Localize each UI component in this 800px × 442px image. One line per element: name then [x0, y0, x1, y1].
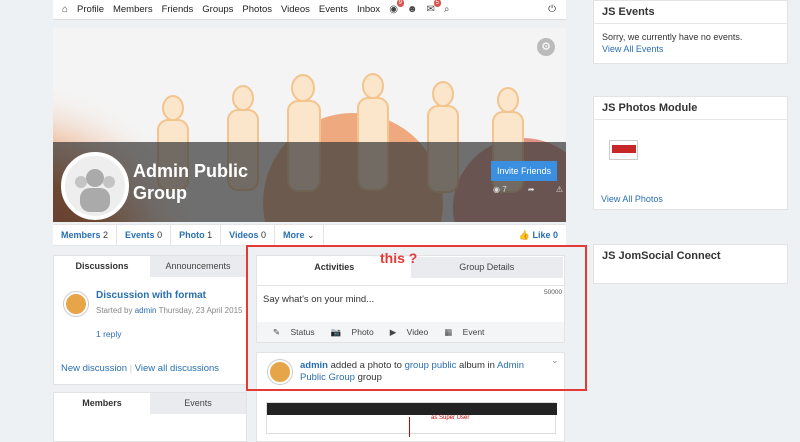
inbox-badge: 5 — [433, 0, 441, 7]
tab-announcements[interactable]: Announcements — [150, 256, 246, 277]
nav-events[interactable]: Events — [319, 4, 348, 15]
like-button[interactable]: 👍 Like 0 — [519, 230, 566, 241]
notification-badge: 9 — [396, 0, 404, 7]
events-empty-text: Sorry, we currently have no events. — [602, 32, 743, 42]
tab-discussions[interactable]: Discussions — [54, 256, 150, 277]
annotation-box — [246, 245, 587, 391]
discussion-links: New discussion | View all discussions — [61, 363, 220, 374]
gear-icon[interactable]: ⚙ — [537, 38, 555, 56]
search-icon[interactable]: ⌕ — [444, 4, 450, 15]
chevron-down-icon: ⌄ — [307, 230, 315, 240]
mail-icon[interactable]: ✉ 5 — [426, 0, 441, 15]
discussion-author[interactable]: admin — [135, 306, 157, 315]
eye-icon: ◉ — [493, 185, 503, 194]
nav-inbox[interactable]: Inbox — [357, 4, 380, 15]
view-all-discussions-link[interactable]: View all discussions — [135, 363, 219, 374]
module-title: JS Events — [594, 1, 787, 24]
discussion-meta: Started by admin Thursday, 23 April 2015 — [96, 306, 243, 315]
stat-more[interactable]: More ⌄ — [275, 224, 324, 246]
photo-thumbnail[interactable] — [609, 140, 638, 160]
home-icon[interactable]: ⌂ — [62, 4, 68, 15]
stat-events[interactable]: Events 0 — [117, 224, 172, 246]
group-avatar — [61, 152, 129, 220]
nav-videos[interactable]: Videos — [281, 4, 310, 15]
globe-icon[interactable]: ◉ 9 — [389, 0, 404, 15]
reply-count[interactable]: 1 reply — [96, 329, 122, 339]
feed-photo[interactable]: as Super User — [266, 402, 557, 437]
cover-overlay — [53, 142, 566, 222]
power-icon[interactable]: ⏻ — [548, 4, 556, 15]
top-navigation: ⌂ Profile Members Friends Groups Photos … — [53, 0, 566, 20]
group-title: Admin Public Group — [133, 161, 249, 203]
nav-photos[interactable]: Photos — [242, 4, 272, 15]
view-all-events-link[interactable]: View All Events — [602, 44, 663, 54]
tab-members[interactable]: Members — [54, 393, 150, 414]
tab-events[interactable]: Events — [150, 393, 246, 414]
view-count: ◉ 7 — [493, 185, 507, 194]
invite-friends-button[interactable]: Invite Friends — [491, 161, 557, 181]
discussion-title[interactable]: Discussion with format — [96, 290, 246, 301]
report-icon[interactable]: ⚠ — [556, 185, 563, 194]
nav-friends[interactable]: Friends — [162, 4, 194, 15]
cover-actions: ◉ 7 ➦ ⚠ — [493, 185, 563, 194]
view-all-photos-link[interactable]: View All Photos — [601, 194, 663, 204]
module-title: JS Photos Module — [594, 97, 787, 120]
js-connect-module: JS JomSocial Connect — [593, 244, 788, 284]
photo-caption: as Super User — [431, 415, 470, 421]
annotation-text: this ? — [380, 250, 418, 266]
module-title: JS JomSocial Connect — [602, 250, 721, 262]
group-stats-bar: Members 2 Events 0 Photo 1 Videos 0 More… — [53, 224, 566, 246]
nav-members[interactable]: Members — [113, 4, 153, 15]
stat-photos[interactable]: Photo 1 — [171, 224, 222, 246]
avatar[interactable] — [64, 292, 88, 316]
nav-profile[interactable]: Profile — [77, 4, 104, 15]
group-avatar-icon — [75, 169, 115, 212]
js-events-module: JS Events Sorry, we currently have no ev… — [593, 0, 788, 64]
members-card: Members Events — [53, 392, 247, 442]
friend-request-icon[interactable]: ☻ — [407, 4, 418, 15]
share-icon[interactable]: ➦ — [528, 185, 535, 194]
thumbs-up-icon: 👍 — [518, 229, 533, 240]
new-discussion-link[interactable]: New discussion — [61, 363, 127, 374]
stat-videos[interactable]: Videos 0 — [221, 224, 276, 246]
stat-members[interactable]: Members 2 — [53, 224, 118, 246]
nav-groups[interactable]: Groups — [202, 4, 233, 15]
